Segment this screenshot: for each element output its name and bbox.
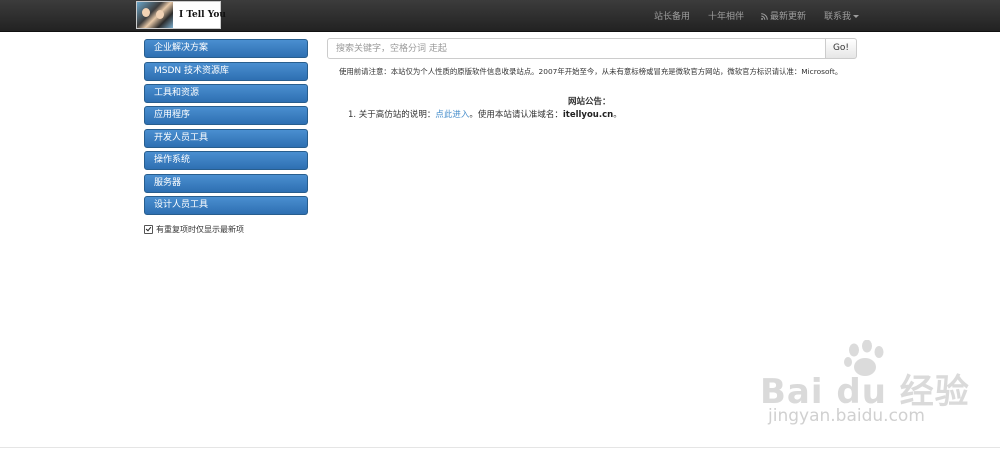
nav-item-contact[interactable]: 联系我 (824, 9, 860, 22)
chevron-down-icon (853, 15, 860, 18)
announcement-domain: itellyou.cn (562, 110, 614, 120)
sidebar-item-os[interactable]: 操作系统 (144, 151, 308, 170)
announcement-title: 网站公告： (568, 97, 611, 107)
rss-icon (761, 13, 768, 20)
sidebar-item-msdn[interactable]: MSDN 技术资源库 (144, 62, 308, 81)
footer-divider (0, 447, 1000, 448)
sidebar-item-designer[interactable]: 设计人员工具 (144, 196, 308, 215)
announcement-item: 1. 关于高仿站的说明：点此进入。使用本站请认准域名：itellyou.cn。 (348, 108, 622, 120)
sidebar-item-applications[interactable]: 应用程序 (144, 106, 308, 125)
brand-text: I Tell You (179, 10, 226, 20)
nav-item-ten-years[interactable]: 十年相伴 (708, 9, 744, 22)
nav-item-backup[interactable]: 站长备用 (654, 9, 690, 22)
sidebar-item-server[interactable]: 服务器 (144, 174, 308, 193)
usage-notice: 使用前请注意：本站仅为个人性质的原版软件信息收录站点。2007年开始至今，从未有… (339, 67, 843, 76)
top-navbar: I Tell You 站长备用 十年相伴 最新更新 联系我 (0, 0, 1000, 32)
nav-item-contact-label: 联系我 (824, 12, 852, 22)
sidebar-item-tools[interactable]: 工具和资源 (144, 84, 308, 103)
brand-logo[interactable]: I Tell You (136, 1, 226, 29)
sidebar-item-enterprise[interactable]: 企业解决方案 (144, 39, 308, 58)
announcement-link[interactable]: 点此进入 (435, 110, 469, 120)
announcement-prefix: 1. 关于高仿站的说明： (348, 110, 436, 120)
brand-photo (137, 2, 173, 28)
announcement-suffix: 。 (613, 110, 622, 120)
latest-only-label: 有重复项时仅显示最新项 (156, 225, 244, 234)
watermark-subtext: jingyan.baidu.com (768, 406, 925, 426)
baidu-jingyan-watermark: Bai du 经验 jingyan.baidu.com (760, 340, 970, 430)
nav-item-latest[interactable]: 最新更新 (761, 9, 806, 22)
search-input[interactable] (327, 38, 826, 59)
latest-only-checkbox[interactable] (144, 225, 153, 234)
search-button[interactable]: Go! (825, 38, 857, 59)
nav-item-latest-label: 最新更新 (770, 12, 807, 22)
announcement-middle: 。使用本站请认准域名： (469, 110, 563, 120)
sidebar-item-developer[interactable]: 开发人员工具 (144, 129, 308, 148)
